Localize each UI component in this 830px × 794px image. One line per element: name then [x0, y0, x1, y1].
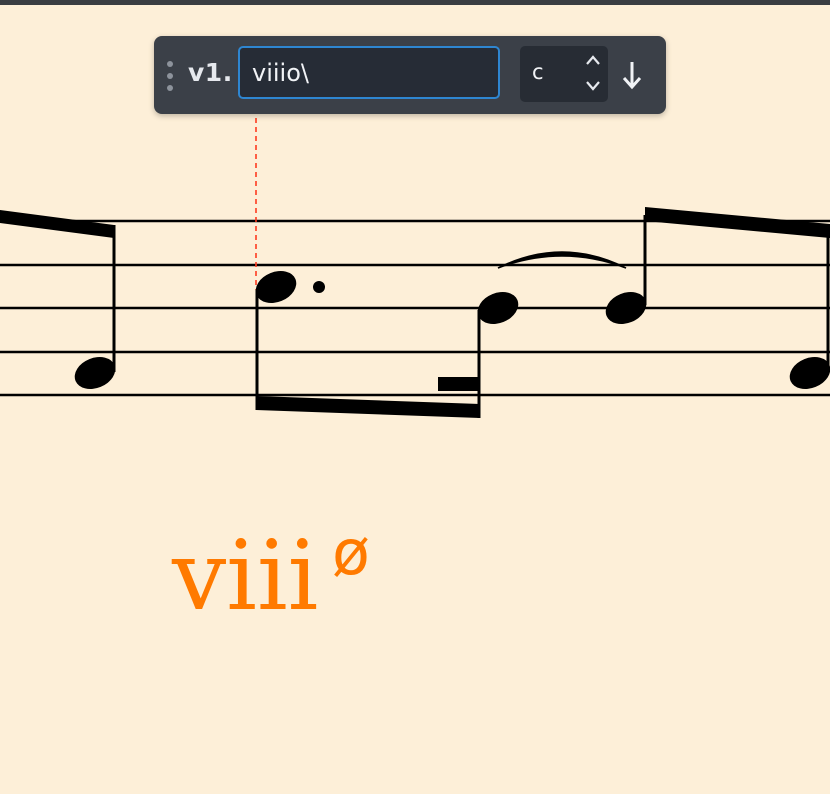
augmentation-dot — [313, 281, 325, 293]
roman-numeral: viii — [172, 520, 319, 632]
vertical-ellipsis-icon — [167, 61, 173, 67]
vertical-ellipsis-icon — [167, 85, 173, 91]
variant-value: c — [532, 60, 544, 84]
vertical-ellipsis-icon — [167, 73, 173, 79]
note-group-left[interactable] — [0, 210, 120, 395]
chevron-up-icon[interactable] — [584, 52, 602, 70]
staff — [0, 219, 830, 397]
chord-symbol-input[interactable] — [238, 46, 500, 99]
beam — [256, 396, 480, 418]
note-group-right[interactable] — [601, 207, 830, 395]
variant-spinbox[interactable]: c — [520, 46, 608, 102]
beam-stub — [438, 377, 480, 391]
chord-symbol-editor-popup: v1. c — [154, 36, 666, 114]
arrow-down-icon[interactable] — [618, 58, 646, 92]
music-score — [0, 118, 830, 418]
drag-handle[interactable] — [167, 61, 173, 91]
chord-symbol-display[interactable]: viii ø — [172, 520, 370, 632]
chevron-down-icon[interactable] — [584, 76, 602, 94]
verse-label: v1. — [188, 58, 233, 87]
half-diminished-symbol: ø — [332, 516, 370, 589]
beam — [645, 207, 830, 238]
beam — [0, 210, 114, 238]
notehead — [789, 357, 830, 389]
